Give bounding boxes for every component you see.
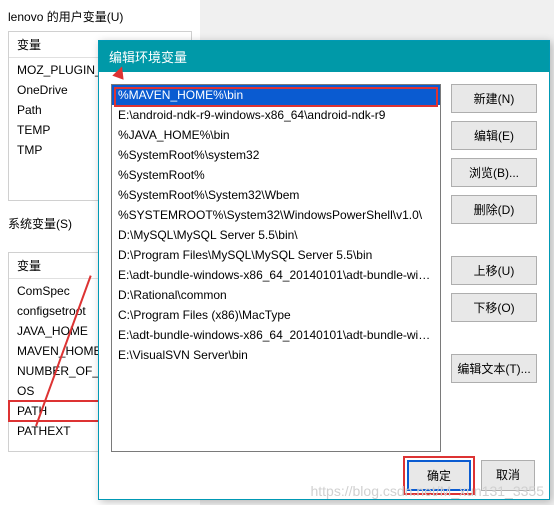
new-button[interactable]: 新建(N) xyxy=(451,84,537,113)
path-entry[interactable]: %SystemRoot%\System32\Wbem xyxy=(112,185,440,205)
cancel-button[interactable]: 取消 xyxy=(481,460,535,491)
path-entry[interactable]: E:\adt-bundle-windows-x86_64_20140101\ad… xyxy=(112,325,440,345)
path-entries-list[interactable]: %MAVEN_HOME%\binE:\android-ndk-r9-window… xyxy=(111,84,441,452)
path-entry[interactable]: D:\Rational\common xyxy=(112,285,440,305)
dialog-title: 编辑环境变量 xyxy=(99,41,549,72)
path-entry[interactable]: %SystemRoot% xyxy=(112,165,440,185)
path-entry[interactable]: E:\adt-bundle-windows-x86_64_20140101\ad… xyxy=(112,265,440,285)
edit-text-button[interactable]: 编辑文本(T)... xyxy=(451,354,537,383)
dialog-side-buttons: 新建(N) 编辑(E) 浏览(B)... 删除(D) 上移(U) 下移(O) 编… xyxy=(451,84,537,452)
user-vars-label: lenovo 的用户变量(U) xyxy=(8,8,192,25)
path-entry[interactable]: %SystemRoot%\system32 xyxy=(112,145,440,165)
path-entry[interactable]: D:\MySQL\MySQL Server 5.5\bin\ xyxy=(112,225,440,245)
path-entry[interactable]: %JAVA_HOME%\bin xyxy=(112,125,440,145)
path-entry[interactable]: %SYSTEMROOT%\System32\WindowsPowerShell\… xyxy=(112,205,440,225)
path-entry[interactable]: E:\VisualSVN Server\bin xyxy=(112,345,440,365)
delete-button[interactable]: 删除(D) xyxy=(451,195,537,224)
move-up-button[interactable]: 上移(U) xyxy=(451,256,537,285)
path-entry[interactable]: %MAVEN_HOME%\bin xyxy=(112,85,440,105)
path-entry[interactable]: E:\android-ndk-r9-windows-x86_64\android… xyxy=(112,105,440,125)
edit-env-var-dialog: 编辑环境变量 %MAVEN_HOME%\binE:\android-ndk-r9… xyxy=(98,40,550,500)
move-down-button[interactable]: 下移(O) xyxy=(451,293,537,322)
path-entry[interactable]: C:\Program Files (x86)\MacType xyxy=(112,305,440,325)
path-entry[interactable]: D:\Program Files\MySQL\MySQL Server 5.5\… xyxy=(112,245,440,265)
edit-button[interactable]: 编辑(E) xyxy=(451,121,537,150)
ok-button[interactable]: 确定 xyxy=(407,460,471,491)
browse-button[interactable]: 浏览(B)... xyxy=(451,158,537,187)
